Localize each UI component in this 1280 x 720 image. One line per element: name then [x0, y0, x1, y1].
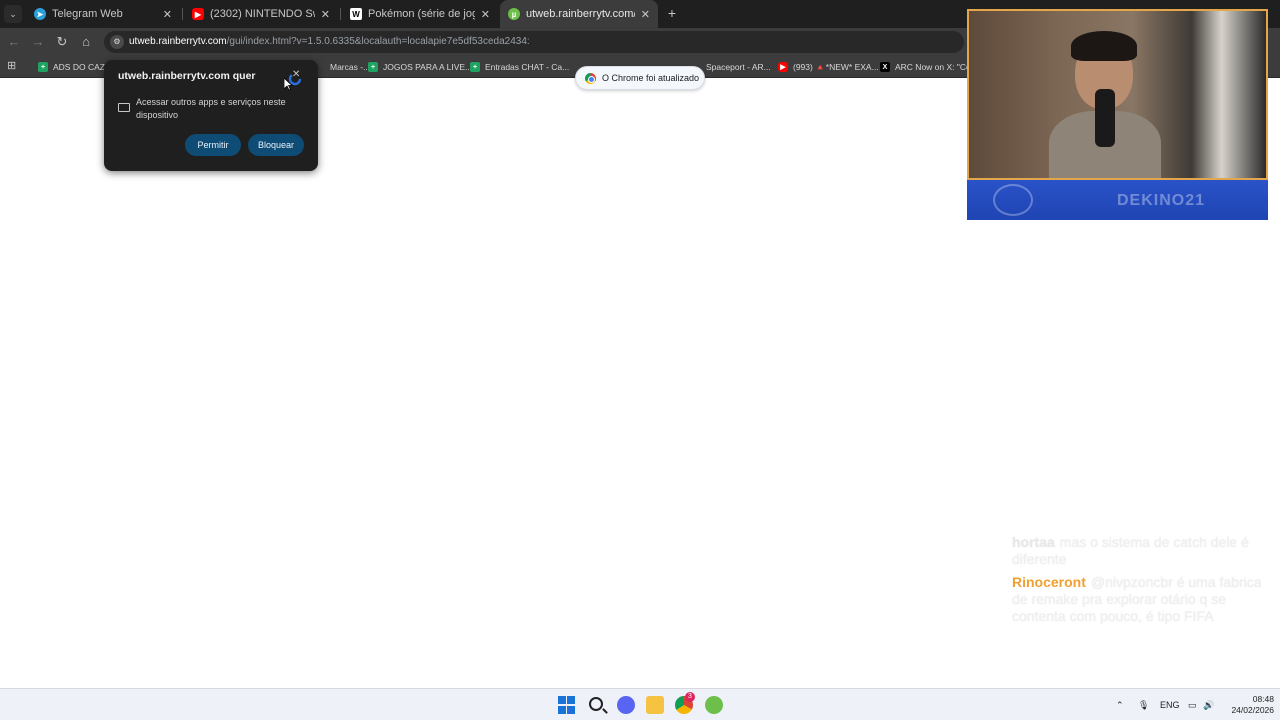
- webcam-video: [967, 9, 1268, 180]
- microphone-icon: [1095, 89, 1115, 147]
- volume-icon[interactable]: 🔊: [1203, 689, 1214, 720]
- tab-search-button[interactable]: ⌄: [4, 5, 22, 23]
- apps-grid-icon[interactable]: ⊞: [7, 60, 19, 72]
- allow-button[interactable]: Permitir: [185, 134, 241, 156]
- tab-separator: [340, 8, 341, 20]
- permission-title: utweb.rainberrytv.com quer: [118, 70, 256, 82]
- clock-date: 24/02/2026: [1231, 705, 1274, 715]
- banner-handle: DEKINO21: [1117, 192, 1206, 209]
- chat-message: Rinoceront @nivpzoncbr é uma fabrica de r…: [1012, 574, 1274, 625]
- webcam-overlay: DEKINO21: [967, 9, 1268, 220]
- taskbar: 3 ⌃ 🎙 ENG ▭ 🔊 08:48 24/02/2026: [0, 688, 1280, 720]
- bookmark-label: (993) 🔺*NEW* EXA...: [793, 61, 879, 72]
- streamer-figure: [1049, 31, 1161, 178]
- tab-youtube[interactable]: ▶ (2302) NINTENDO Switch 2 – C ✕: [184, 0, 338, 28]
- close-icon[interactable]: ✕: [481, 8, 490, 21]
- bookmark-item[interactable]: + Entradas CHAT - Ca...: [470, 60, 569, 74]
- close-icon[interactable]: ✕: [641, 8, 650, 21]
- tab-title: Pokémon (série de jogos eletrô: [368, 8, 475, 20]
- address-bar[interactable]: ⚙ utweb.rainberrytv.com/gui/index.html?v…: [104, 31, 964, 53]
- loading-spinner-icon: [288, 72, 302, 86]
- home-button[interactable]: ⌂: [78, 34, 94, 50]
- address-url: utweb.rainberrytv.com/gui/index.html?v=1…: [129, 36, 530, 47]
- tab-telegram[interactable]: ➤ Telegram Web ✕: [26, 0, 180, 28]
- sheets-icon: +: [38, 62, 48, 72]
- chrome-updated-toast[interactable]: O Chrome foi atualizado: [575, 66, 705, 90]
- monitor-icon: [118, 103, 130, 112]
- chrome-icon: [585, 73, 596, 84]
- clock[interactable]: 08:48 24/02/2026: [1222, 694, 1274, 716]
- microphone-icon[interactable]: 🎙: [1138, 689, 1149, 720]
- notification-badge: 3: [685, 692, 695, 702]
- utorrent-icon[interactable]: [705, 696, 723, 714]
- bookmark-item[interactable]: Spaceport - AR...: [706, 60, 771, 74]
- close-icon[interactable]: ✕: [163, 8, 172, 21]
- bookmark-label: Entradas CHAT - Ca...: [485, 62, 570, 72]
- utorrent-icon: µ: [508, 8, 520, 20]
- clock-time: 08:48: [1252, 694, 1274, 704]
- windows-start-icon[interactable]: [558, 696, 576, 714]
- forward-button[interactable]: →: [30, 34, 46, 50]
- bookmark-item[interactable]: Marcas -...: [330, 60, 370, 74]
- toast-text: O Chrome foi atualizado: [602, 73, 700, 83]
- telegram-icon: ➤: [34, 8, 46, 20]
- chat-username: hortaa: [1012, 534, 1055, 550]
- address-domain: utweb.rainberrytv.com: [129, 36, 227, 47]
- chat-username: Rinoceront: [1012, 574, 1086, 590]
- tab-title: Telegram Web: [52, 8, 123, 20]
- site-info-icon[interactable]: ⚙: [110, 35, 124, 49]
- wikipedia-icon: W: [350, 8, 362, 20]
- bookmark-item[interactable]: + JOGOS PARA A LIVE...: [368, 60, 472, 74]
- bookmark-item[interactable]: X ARC Now on X: "Co...: [880, 60, 978, 74]
- mascot-logo-icon: [993, 184, 1033, 216]
- bookmark-item[interactable]: ▶ (993) 🔺*NEW* EXA...: [778, 60, 879, 74]
- block-button[interactable]: Bloquear: [248, 134, 304, 156]
- search-icon[interactable]: [588, 696, 606, 714]
- bookmark-label: Marcas -...: [330, 62, 371, 72]
- permission-item-text: Acessar outros apps e serviços neste dis…: [136, 97, 286, 120]
- permission-prompt: utweb.rainberrytv.com quer ✕ Acessar out…: [104, 60, 318, 171]
- bookmark-item[interactable]: + ADS DO CAZE: [38, 60, 111, 74]
- chrome-icon[interactable]: 3: [675, 692, 695, 714]
- webcam-banner: DEKINO21: [967, 180, 1268, 220]
- bookmark-label: ADS DO CAZE: [53, 62, 111, 72]
- tab-title: (2302) NINTENDO Switch 2 – C: [210, 8, 315, 20]
- tab-utweb[interactable]: µ utweb.rainberrytv.com/gui/inde ✕: [500, 0, 658, 28]
- back-button[interactable]: ←: [6, 34, 22, 50]
- tab-wikipedia[interactable]: W Pokémon (série de jogos eletrô ✕: [342, 0, 498, 28]
- tray-chevron-icon[interactable]: ⌃: [1116, 689, 1124, 720]
- youtube-icon: ▶: [778, 62, 788, 72]
- sheets-icon: +: [470, 62, 480, 72]
- tab-title: utweb.rainberrytv.com/gui/inde: [526, 8, 635, 20]
- new-tab-button[interactable]: +: [664, 5, 680, 21]
- language-indicator[interactable]: ENG: [1160, 689, 1180, 720]
- x-icon: X: [880, 62, 890, 72]
- sheets-icon: +: [368, 62, 378, 72]
- reload-button[interactable]: ↻: [54, 34, 70, 50]
- youtube-icon: ▶: [192, 8, 204, 20]
- file-explorer-icon[interactable]: [646, 696, 664, 714]
- close-icon[interactable]: ✕: [321, 8, 330, 21]
- address-path: /gui/index.html?v=1.5.0.6335&localauth=l…: [226, 36, 530, 47]
- tab-separator: [182, 8, 183, 20]
- chat-overlay: hortaa mas o sistema de catch dele é dife…: [1012, 534, 1274, 631]
- bookmark-label: ARC Now on X: "Co...: [895, 62, 978, 72]
- chat-message: hortaa mas o sistema de catch dele é dife…: [1012, 534, 1274, 568]
- network-icon[interactable]: ▭: [1188, 689, 1197, 720]
- bookmark-label: JOGOS PARA A LIVE...: [383, 62, 473, 72]
- discord-icon[interactable]: [617, 696, 635, 714]
- bookmark-label: Spaceport - AR...: [706, 62, 771, 72]
